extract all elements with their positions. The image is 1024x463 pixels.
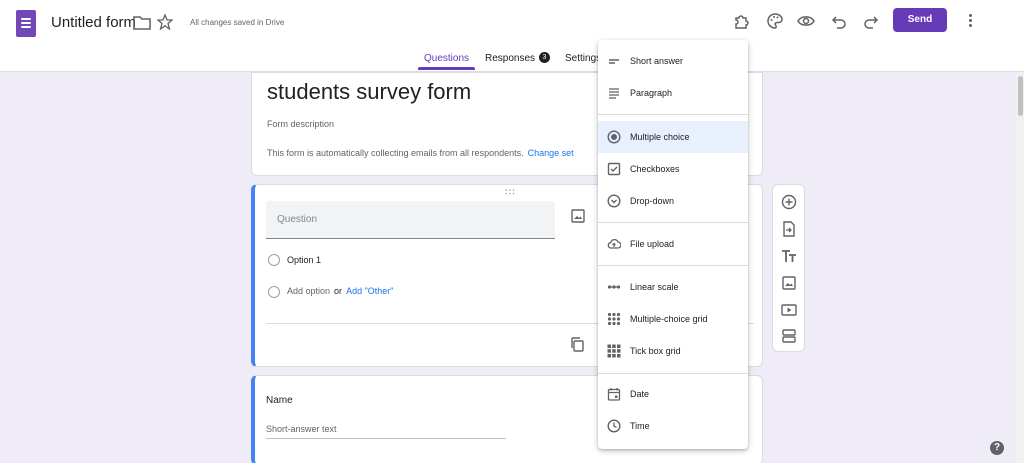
forms-logo-icon[interactable] — [16, 10, 36, 37]
help-icon[interactable]: ? — [990, 441, 1004, 455]
menu-item-label: Date — [630, 389, 650, 399]
question-input[interactable]: Question — [266, 201, 555, 239]
add-question-icon[interactable] — [781, 194, 797, 210]
save-status: All changes saved in Drive — [190, 18, 285, 27]
menu-item-short-answer[interactable]: Short answer — [598, 45, 748, 77]
menu-item-linear-scale[interactable]: Linear scale — [598, 271, 748, 303]
add-other-link[interactable]: Add "Other" — [346, 286, 393, 296]
add-section-icon[interactable] — [781, 328, 797, 344]
folder-icon[interactable] — [133, 15, 151, 31]
preview-eye-icon[interactable] — [797, 12, 815, 30]
duplicate-icon[interactable] — [570, 337, 584, 352]
question-type-menu: Short answer Paragraph Multiple choice C… — [598, 40, 748, 449]
add-video-icon[interactable] — [781, 302, 797, 318]
menu-item-label: Short answer — [630, 56, 684, 66]
drag-handle-icon[interactable] — [505, 189, 515, 195]
menu-item-date[interactable]: Date — [598, 378, 748, 410]
menu-item-label: Tick box grid — [630, 346, 681, 356]
email-collection-note: This form is automatically collecting em… — [267, 148, 574, 158]
menu-separator — [598, 373, 748, 374]
menu-item-label: Multiple-choice grid — [630, 314, 708, 324]
checkbox-icon — [607, 162, 621, 176]
menu-item-label: Linear scale — [630, 282, 679, 292]
question-placeholder: Question — [277, 214, 318, 225]
more-options-icon[interactable] — [966, 12, 974, 30]
menu-item-label: Drop-down — [630, 196, 675, 206]
tab-questions[interactable]: Questions — [424, 53, 469, 64]
option-radio — [268, 254, 280, 266]
short-answer-placeholder: Short-answer text — [266, 424, 337, 434]
page-scrollbar[interactable] — [1016, 72, 1024, 463]
menu-item-file-upload[interactable]: File upload — [598, 228, 748, 260]
change-settings-link[interactable]: Change set — [528, 148, 574, 158]
add-option-radio — [268, 286, 280, 298]
menu-separator — [598, 265, 748, 266]
menu-item-multiple-choice-grid[interactable]: Multiple-choice grid — [598, 303, 748, 335]
menu-separator — [598, 114, 748, 115]
square-grid-icon — [607, 344, 621, 358]
form-description-field[interactable]: Form description — [267, 119, 334, 129]
tab-responses[interactable]: Responses — [485, 53, 535, 64]
menu-item-label: Multiple choice — [630, 132, 690, 142]
form-heading[interactable]: students survey form — [267, 79, 471, 105]
redo-icon[interactable] — [862, 12, 880, 30]
tab-settings[interactable]: Settings — [565, 53, 601, 64]
add-title-icon[interactable] — [781, 248, 797, 264]
responses-count-badge: 3 — [539, 52, 550, 63]
send-button[interactable]: Send — [893, 8, 947, 32]
scrollbar-thumb[interactable] — [1018, 76, 1023, 116]
form-title[interactable]: Untitled form — [51, 14, 136, 31]
menu-item-checkboxes[interactable]: Checkboxes — [598, 153, 748, 185]
palette-icon[interactable] — [766, 12, 784, 30]
menu-item-multiple-choice[interactable]: Multiple choice — [598, 121, 748, 153]
dropdown-icon — [607, 194, 621, 208]
add-image-toolbar-icon[interactable] — [781, 275, 797, 291]
radio-icon — [607, 130, 621, 144]
short-answer-icon — [609, 59, 619, 64]
star-icon[interactable] — [157, 14, 173, 30]
menu-separator — [598, 222, 748, 223]
menu-item-time[interactable]: Time — [598, 410, 748, 442]
menu-item-label: Checkboxes — [630, 164, 680, 174]
email-collection-text: This form is automatically collecting em… — [267, 148, 524, 158]
undo-icon[interactable] — [830, 12, 848, 30]
dot-grid-icon — [607, 312, 621, 326]
menu-item-label: Time — [630, 421, 650, 431]
menu-item-drop-down[interactable]: Drop-down — [598, 185, 748, 217]
or-text: or — [334, 286, 343, 296]
menu-item-label: File upload — [630, 239, 675, 249]
app-header: Untitled form All changes saved in Drive… — [0, 0, 1024, 72]
short-answer-underline — [266, 438, 506, 439]
menu-item-tick-box-grid[interactable]: Tick box grid — [598, 335, 748, 367]
active-tab-indicator — [418, 67, 475, 70]
menu-item-label: Paragraph — [630, 88, 673, 98]
paragraph-icon — [609, 88, 619, 99]
option-1-label[interactable]: Option 1 — [287, 255, 321, 265]
menu-item-paragraph[interactable]: Paragraph — [598, 77, 748, 109]
add-image-icon[interactable] — [571, 209, 585, 223]
addon-puzzle-icon[interactable] — [733, 12, 751, 30]
import-questions-icon[interactable] — [781, 221, 797, 237]
add-option-row: Add option or Add "Other" — [287, 286, 393, 296]
add-option-link[interactable]: Add option — [287, 286, 330, 296]
calendar-icon — [607, 388, 621, 401]
floating-toolbar — [772, 184, 805, 352]
cloud-upload-icon — [607, 239, 621, 249]
linear-scale-icon — [607, 285, 621, 289]
clock-icon — [607, 419, 621, 433]
name-question-title[interactable]: Name — [266, 395, 293, 406]
